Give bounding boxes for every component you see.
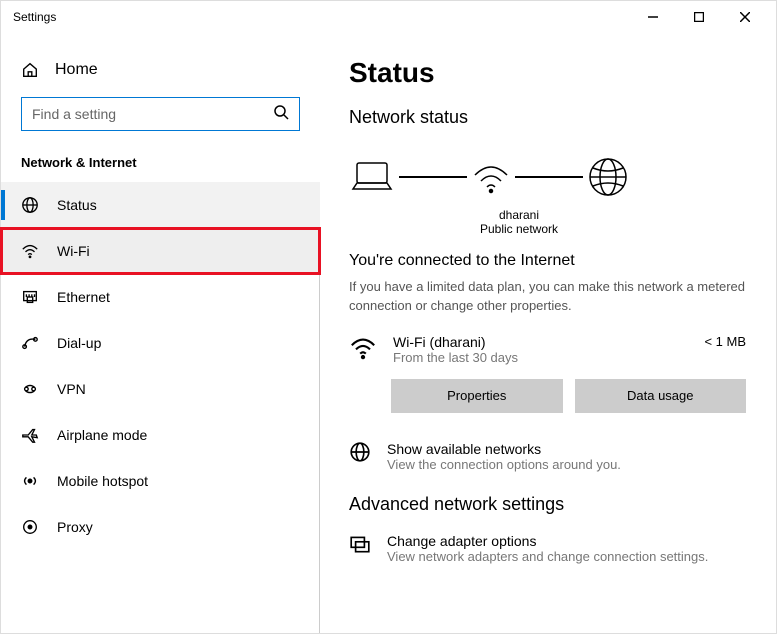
properties-button[interactable]: Properties: [391, 379, 563, 413]
main-content: Status Network status dharani Public net…: [321, 33, 776, 633]
adapter-icon: [349, 533, 371, 555]
search-input[interactable]: [22, 106, 299, 122]
airplane-icon: [21, 426, 39, 444]
proxy-icon: [21, 518, 39, 536]
nav-label: Airplane mode: [57, 427, 147, 443]
diagram-labels: dharani Public network: [469, 208, 569, 252]
connection-name: Wi-Fi (dharani): [393, 334, 688, 350]
sidebar-item-wifi[interactable]: Wi-Fi: [1, 228, 320, 274]
maximize-button[interactable]: [676, 1, 722, 33]
connected-body: If you have a limited data plan, you can…: [349, 278, 776, 316]
ethernet-icon: [21, 288, 39, 306]
advanced-heading: Advanced network settings: [349, 494, 776, 515]
nav-label: Wi-Fi: [57, 243, 90, 259]
data-usage-button[interactable]: Data usage: [575, 379, 747, 413]
sidebar-item-airplane[interactable]: Airplane mode: [1, 412, 320, 458]
search-icon: [273, 104, 289, 125]
nav-label: Ethernet: [57, 289, 110, 305]
wifi-icon: [21, 242, 39, 260]
nav-list: Status Wi-Fi Ethernet Dial-up VPN Airpla…: [1, 182, 320, 550]
wifi-diagram-icon: [471, 159, 511, 195]
globe-icon: [349, 441, 371, 463]
sidebar-item-status[interactable]: Status: [1, 182, 320, 228]
change-adapter-link[interactable]: Change adapter options View network adap…: [349, 533, 776, 564]
nav-label: Mobile hotspot: [57, 473, 148, 489]
nav-label: Dial-up: [57, 335, 101, 351]
minimize-button[interactable]: [630, 1, 676, 33]
close-button[interactable]: [722, 1, 768, 33]
page-title: Status: [349, 57, 776, 89]
section-title: Network & Internet: [1, 149, 320, 182]
link-title: Change adapter options: [387, 533, 708, 549]
sidebar-item-vpn[interactable]: VPN: [1, 366, 320, 412]
home-label: Home: [55, 61, 98, 79]
connected-heading: You're connected to the Internet: [349, 252, 776, 270]
sidebar-item-hotspot[interactable]: Mobile hotspot: [1, 458, 320, 504]
home-icon: [21, 61, 39, 79]
link-sub: View network adapters and change connect…: [387, 549, 708, 564]
connection-usage: < 1 MB: [704, 334, 746, 349]
window-title: Settings: [9, 10, 56, 24]
hotspot-icon: [21, 472, 39, 490]
sidebar-item-dialup[interactable]: Dial-up: [1, 320, 320, 366]
link-sub: View the connection options around you.: [387, 457, 621, 472]
globe-diagram-icon: [587, 156, 629, 198]
sidebar-item-ethernet[interactable]: Ethernet: [1, 274, 320, 320]
wifi-icon: [349, 334, 377, 362]
home-nav[interactable]: Home: [1, 53, 320, 87]
nav-label: VPN: [57, 381, 86, 397]
network-diagram: [349, 142, 776, 208]
show-networks-link[interactable]: Show available networks View the connect…: [349, 441, 776, 472]
window-controls: [630, 1, 768, 33]
nav-label: Proxy: [57, 519, 93, 535]
connection-info: Wi-Fi (dharani) From the last 30 days < …: [349, 334, 776, 365]
link-title: Show available networks: [387, 441, 621, 457]
title-bar: Settings: [1, 1, 776, 33]
sidebar: Home Network & Internet Status Wi-Fi: [1, 33, 321, 633]
laptop-icon: [349, 159, 395, 195]
dialup-icon: [21, 334, 39, 352]
connection-period: From the last 30 days: [393, 350, 688, 365]
vpn-icon: [21, 380, 39, 398]
section-subtitle: Network status: [349, 107, 776, 128]
search-box[interactable]: [21, 97, 300, 131]
sidebar-item-proxy[interactable]: Proxy: [1, 504, 320, 550]
globe-icon: [21, 196, 39, 214]
nav-label: Status: [57, 197, 97, 213]
